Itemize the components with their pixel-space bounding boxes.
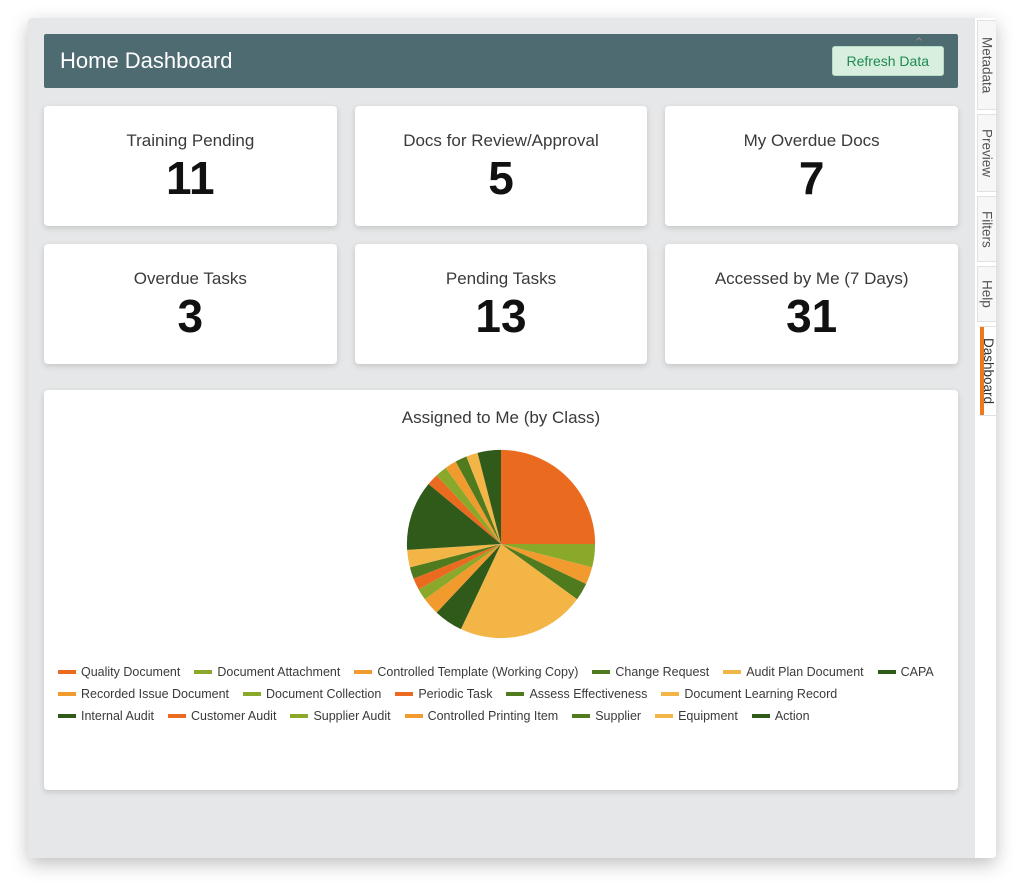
legend-item[interactable]: Audit Plan Document — [723, 662, 863, 682]
legend-label: Document Collection — [266, 684, 381, 704]
legend-label: Periodic Task — [418, 684, 492, 704]
legend-swatch-icon — [168, 714, 186, 718]
tab-help[interactable]: Help — [977, 266, 996, 322]
legend-label: Internal Audit — [81, 706, 154, 726]
legend-label: Customer Audit — [191, 706, 276, 726]
legend-label: Equipment — [678, 706, 738, 726]
legend-swatch-icon — [592, 670, 610, 674]
card-value: 3 — [178, 293, 204, 339]
legend-item[interactable]: Quality Document — [58, 662, 180, 682]
legend-swatch-icon — [723, 670, 741, 674]
legend-item[interactable]: Supplier Audit — [290, 706, 390, 726]
legend-label: Document Attachment — [217, 662, 340, 682]
card-value: 5 — [488, 155, 514, 201]
card-title: My Overdue Docs — [744, 131, 880, 151]
legend-item[interactable]: Document Attachment — [194, 662, 340, 682]
pie-chart[interactable] — [403, 446, 599, 642]
legend-swatch-icon — [661, 692, 679, 696]
legend-swatch-icon — [395, 692, 413, 696]
chart-title: Assigned to Me (by Class) — [402, 408, 600, 428]
header-bar: Home Dashboard Refresh Data — [44, 34, 958, 88]
legend-item[interactable]: Change Request — [592, 662, 709, 682]
legend-swatch-icon — [572, 714, 590, 718]
legend-label: Controlled Template (Working Copy) — [377, 662, 578, 682]
card-value: 31 — [786, 293, 837, 339]
legend-item[interactable]: CAPA — [878, 662, 934, 682]
legend-item[interactable]: Recorded Issue Document — [58, 684, 229, 704]
tab-filters[interactable]: Filters — [977, 196, 996, 262]
legend-item[interactable]: Document Learning Record — [661, 684, 837, 704]
legend-label: Document Learning Record — [684, 684, 837, 704]
legend-item[interactable]: Equipment — [655, 706, 738, 726]
card-my-overdue-docs[interactable]: My Overdue Docs 7 — [665, 106, 958, 226]
legend-swatch-icon — [506, 692, 524, 696]
card-value: 7 — [799, 155, 825, 201]
card-pending-tasks[interactable]: Pending Tasks 13 — [355, 244, 648, 364]
kpi-card-grid: Training Pending 11 Docs for Review/Appr… — [44, 106, 958, 364]
legend-swatch-icon — [58, 714, 76, 718]
legend-item[interactable]: Controlled Printing Item — [405, 706, 559, 726]
legend-swatch-icon — [655, 714, 673, 718]
page-title: Home Dashboard — [60, 48, 232, 74]
legend-swatch-icon — [58, 670, 76, 674]
legend-item[interactable]: Customer Audit — [168, 706, 276, 726]
card-title: Docs for Review/Approval — [403, 131, 599, 151]
pie-slice[interactable] — [501, 450, 595, 544]
legend-item[interactable]: Supplier — [572, 706, 641, 726]
legend-swatch-icon — [354, 670, 372, 674]
legend-item[interactable]: Action — [752, 706, 810, 726]
legend-item[interactable]: Internal Audit — [58, 706, 154, 726]
legend-label: Assess Effectiveness — [529, 684, 647, 704]
scroll-up-caret-icon[interactable]: ⌃ — [912, 36, 926, 50]
card-title: Training Pending — [126, 131, 254, 151]
chart-panel-assigned-by-class: Assigned to Me (by Class) Quality Docume… — [44, 390, 958, 790]
card-accessed-by-me[interactable]: Accessed by Me (7 Days) 31 — [665, 244, 958, 364]
card-title: Pending Tasks — [446, 269, 556, 289]
card-title: Accessed by Me (7 Days) — [715, 269, 909, 289]
card-title: Overdue Tasks — [134, 269, 247, 289]
legend-label: Change Request — [615, 662, 709, 682]
legend-swatch-icon — [878, 670, 896, 674]
tab-dashboard[interactable]: Dashboard — [977, 326, 996, 416]
legend-swatch-icon — [243, 692, 261, 696]
legend-item[interactable]: Assess Effectiveness — [506, 684, 647, 704]
card-overdue-tasks[interactable]: Overdue Tasks 3 — [44, 244, 337, 364]
card-training-pending[interactable]: Training Pending 11 — [44, 106, 337, 226]
card-value: 13 — [475, 293, 526, 339]
legend-label: Audit Plan Document — [746, 662, 863, 682]
legend-item[interactable]: Periodic Task — [395, 684, 492, 704]
chart-legend: Quality Document Document Attachment Contr… — [58, 662, 944, 726]
legend-item[interactable]: Document Collection — [243, 684, 381, 704]
legend-label: Supplier — [595, 706, 641, 726]
legend-label: Action — [775, 706, 810, 726]
legend-label: Recorded Issue Document — [81, 684, 229, 704]
legend-label: Controlled Printing Item — [428, 706, 559, 726]
legend-swatch-icon — [58, 692, 76, 696]
legend-label: Supplier Audit — [313, 706, 390, 726]
legend-swatch-icon — [290, 714, 308, 718]
legend-swatch-icon — [194, 670, 212, 674]
refresh-data-button[interactable]: Refresh Data — [832, 46, 944, 76]
card-value: 11 — [166, 155, 215, 201]
legend-swatch-icon — [752, 714, 770, 718]
legend-label: CAPA — [901, 662, 934, 682]
tab-metadata[interactable]: Metadata — [977, 20, 996, 110]
side-tab-strip: Metadata Preview Filters Help Dashboard — [974, 18, 996, 858]
dashboard-main: ⌃ Home Dashboard Refresh Data Training P… — [28, 18, 974, 858]
legend-label: Quality Document — [81, 662, 180, 682]
legend-item[interactable]: Controlled Template (Working Copy) — [354, 662, 578, 682]
legend-swatch-icon — [405, 714, 423, 718]
tab-preview[interactable]: Preview — [977, 114, 996, 192]
card-docs-review-approval[interactable]: Docs for Review/Approval 5 — [355, 106, 648, 226]
